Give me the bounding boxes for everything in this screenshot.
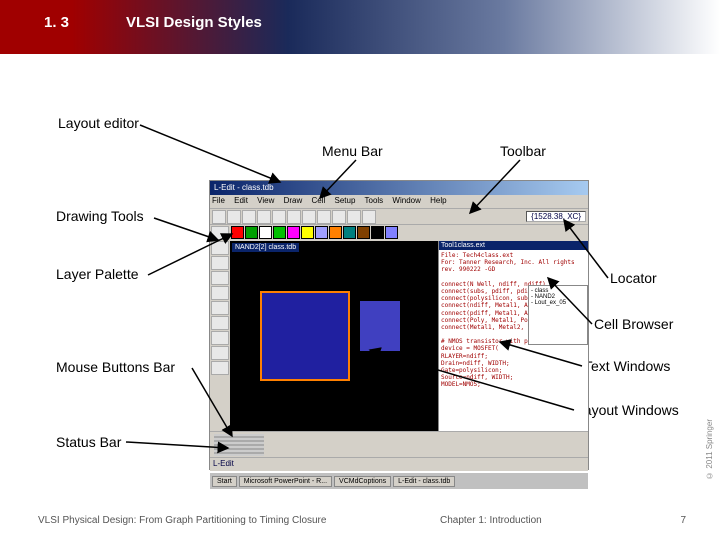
menu-item[interactable]: Edit xyxy=(234,196,248,205)
footer-book-title: VLSI Physical Design: From Graph Partiti… xyxy=(38,515,326,526)
window-title: L-Edit - class.tdb xyxy=(210,181,588,195)
slide-header: 1. 3 VLSI Design Styles xyxy=(0,0,720,54)
toolbar-button[interactable] xyxy=(272,210,286,224)
layout-cell[interactable] xyxy=(260,291,350,381)
label-toolbar: Toolbar xyxy=(500,143,546,159)
drawing-tools-panel[interactable] xyxy=(210,225,230,431)
section-number: 1. 3 xyxy=(44,14,69,31)
draw-tool[interactable] xyxy=(211,361,229,375)
menu-item[interactable]: View xyxy=(257,196,274,205)
draw-tool[interactable] xyxy=(211,301,229,315)
layout-cell[interactable] xyxy=(360,301,400,351)
draw-tool[interactable] xyxy=(211,346,229,360)
toolbar-button[interactable] xyxy=(227,210,241,224)
menu-bar[interactable]: File Edit View Draw Cell Setup Tools Win… xyxy=(210,195,588,209)
layer-palette[interactable] xyxy=(230,225,588,241)
layer-swatch[interactable] xyxy=(245,226,258,239)
locator-readout: {1528.38, XC} xyxy=(526,211,586,222)
layout-area[interactable]: NAND2[2] class.tdb Tool1class.ext File: … xyxy=(230,241,588,431)
toolbar-button[interactable] xyxy=(287,210,301,224)
draw-tool[interactable] xyxy=(211,241,229,255)
toolbar-button[interactable] xyxy=(257,210,271,224)
draw-tool[interactable] xyxy=(211,256,229,270)
toolbar-button[interactable] xyxy=(242,210,256,224)
layer-swatch[interactable] xyxy=(231,226,244,239)
toolbar-button[interactable] xyxy=(332,210,346,224)
menu-item[interactable]: Draw xyxy=(284,196,303,205)
toolbar-button[interactable] xyxy=(302,210,316,224)
layout-window[interactable]: NAND2[2] class.tdb xyxy=(230,241,438,431)
menu-item[interactable]: Cell xyxy=(312,196,326,205)
layer-swatch[interactable] xyxy=(385,226,398,239)
label-layout-editor: Layout editor xyxy=(58,115,139,131)
layer-swatch[interactable] xyxy=(315,226,328,239)
footer-chapter: Chapter 1: Introduction xyxy=(440,515,542,526)
cell-browser[interactable]: - class - NAND2 - Lout_ex_05 xyxy=(528,285,588,345)
toolbar-button[interactable] xyxy=(347,210,361,224)
label-locator: Locator xyxy=(610,270,657,286)
toolbar-button[interactable] xyxy=(362,210,376,224)
layer-swatch[interactable] xyxy=(301,226,314,239)
layer-swatch[interactable] xyxy=(273,226,286,239)
draw-tool[interactable] xyxy=(211,316,229,330)
layer-swatch[interactable] xyxy=(357,226,370,239)
label-menu-bar: Menu Bar xyxy=(322,143,383,159)
layer-swatch[interactable] xyxy=(259,226,272,239)
text-window-title: Tool1class.ext xyxy=(439,241,588,250)
label-mouse-buttons-bar: Mouse Buttons Bar xyxy=(56,359,175,375)
label-status-bar: Status Bar xyxy=(56,434,121,450)
menu-item[interactable]: File xyxy=(212,196,225,205)
layer-swatch[interactable] xyxy=(371,226,384,239)
status-bar: L-Edit xyxy=(210,457,588,471)
copyright: © 2011 Springer xyxy=(705,419,714,480)
taskbar-item[interactable]: L-Edit - class.tdb xyxy=(393,476,455,487)
draw-tool[interactable] xyxy=(211,331,229,345)
label-layout-windows: Layout Windows xyxy=(576,402,679,418)
label-drawing-tools: Drawing Tools xyxy=(56,208,144,224)
layout-editor-window: L-Edit - class.tdb File Edit View Draw C… xyxy=(209,180,589,470)
taskbar-item[interactable]: Microsoft PowerPoint - R... xyxy=(239,476,332,487)
draw-tool[interactable] xyxy=(211,226,229,240)
layer-swatch[interactable] xyxy=(287,226,300,239)
mouse-buttons-bar xyxy=(210,431,588,457)
label-text-windows: Text Windows xyxy=(584,358,670,374)
taskbar-item[interactable]: VCMdCoptions xyxy=(334,476,391,487)
page-number: 7 xyxy=(680,515,686,526)
taskbar[interactable]: Start Microsoft PowerPoint - R... VCMdCo… xyxy=(210,471,588,489)
layer-swatch[interactable] xyxy=(329,226,342,239)
toolbar[interactable]: {1528.38, XC} xyxy=(210,209,588,225)
label-cell-browser: Cell Browser xyxy=(594,316,673,332)
menu-item[interactable]: Tools xyxy=(365,196,384,205)
menu-item[interactable]: Setup xyxy=(335,196,356,205)
draw-tool[interactable] xyxy=(211,271,229,285)
mouse-icon xyxy=(214,434,264,456)
toolbar-button[interactable] xyxy=(317,210,331,224)
start-button[interactable]: Start xyxy=(212,476,237,487)
menu-item[interactable]: Window xyxy=(392,196,420,205)
menu-item[interactable]: Help xyxy=(430,196,446,205)
draw-tool[interactable] xyxy=(211,286,229,300)
layer-swatch[interactable] xyxy=(343,226,356,239)
layout-tab[interactable]: NAND2[2] class.tdb xyxy=(232,243,299,252)
section-title: VLSI Design Styles xyxy=(126,14,262,31)
toolbar-button[interactable] xyxy=(212,210,226,224)
label-layer-palette: Layer Palette xyxy=(56,266,139,282)
